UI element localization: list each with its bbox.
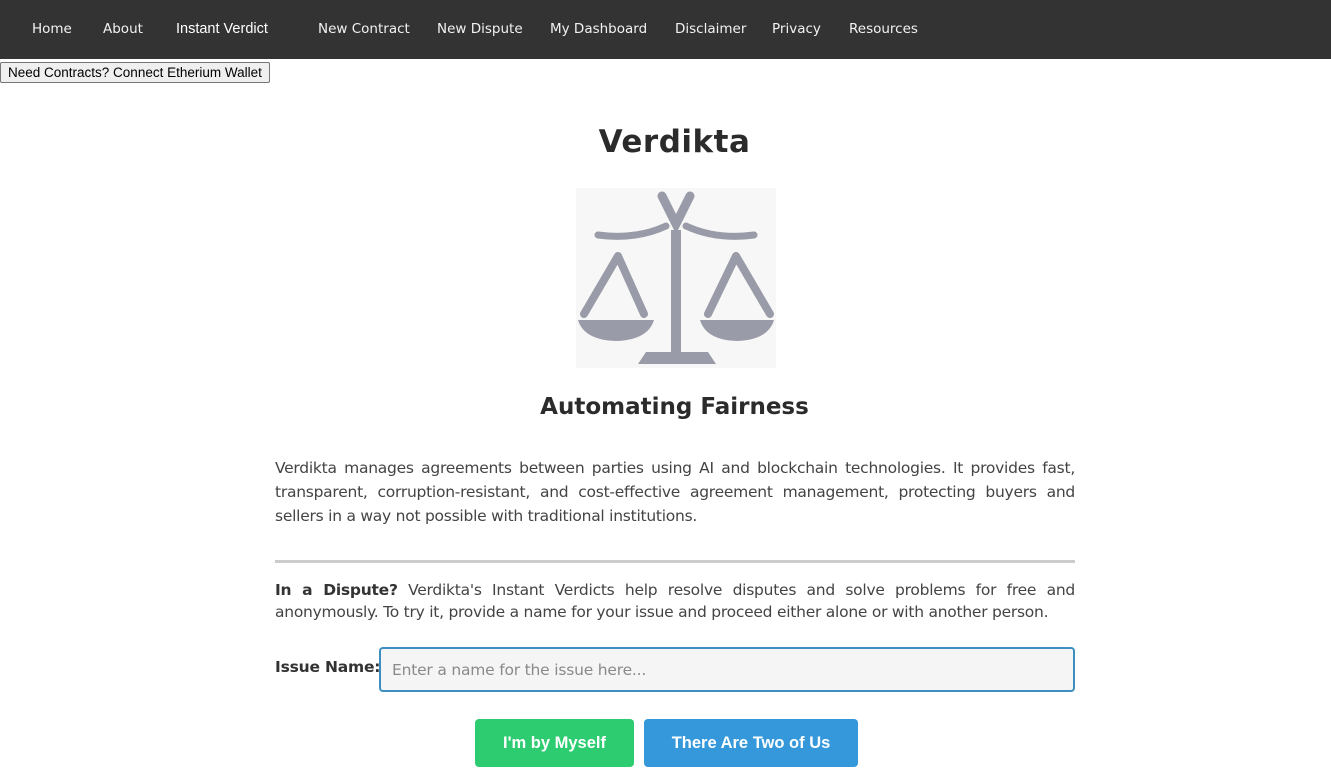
- scales-of-justice-icon: [576, 188, 776, 368]
- dispute-lead: In a Dispute?: [275, 581, 398, 599]
- nav-my-dashboard[interactable]: My Dashboard: [550, 0, 647, 59]
- nav-home[interactable]: Home: [32, 0, 72, 59]
- page-title: Verdikta: [598, 124, 751, 160]
- top-navbar: Home About Instant Verdict New Contract …: [0, 0, 1331, 59]
- connect-wallet-button[interactable]: Need Contracts? Connect Etherium Wallet: [0, 62, 270, 83]
- issue-name-label: Issue Name:: [275, 658, 381, 676]
- section-divider: [275, 560, 1075, 563]
- nav-disclaimer[interactable]: Disclaimer: [675, 0, 746, 59]
- tagline: Automating Fairness: [540, 394, 809, 420]
- intro-paragraph: Verdikta manages agreements between part…: [275, 459, 1075, 525]
- by-myself-button[interactable]: I'm by Myself: [475, 719, 634, 767]
- nav-instant-verdict[interactable]: Instant Verdict: [176, 0, 268, 59]
- nav-new-dispute[interactable]: New Dispute: [437, 0, 523, 59]
- nav-resources[interactable]: Resources: [849, 0, 918, 59]
- issue-name-input[interactable]: [379, 647, 1075, 692]
- dispute-paragraph: In a Dispute? Verdikta's Instant Verdict…: [275, 579, 1075, 623]
- nav-privacy[interactable]: Privacy: [772, 0, 821, 59]
- nav-new-contract[interactable]: New Contract: [318, 0, 410, 59]
- nav-about[interactable]: About: [103, 0, 143, 59]
- two-of-us-button[interactable]: There Are Two of Us: [644, 719, 858, 767]
